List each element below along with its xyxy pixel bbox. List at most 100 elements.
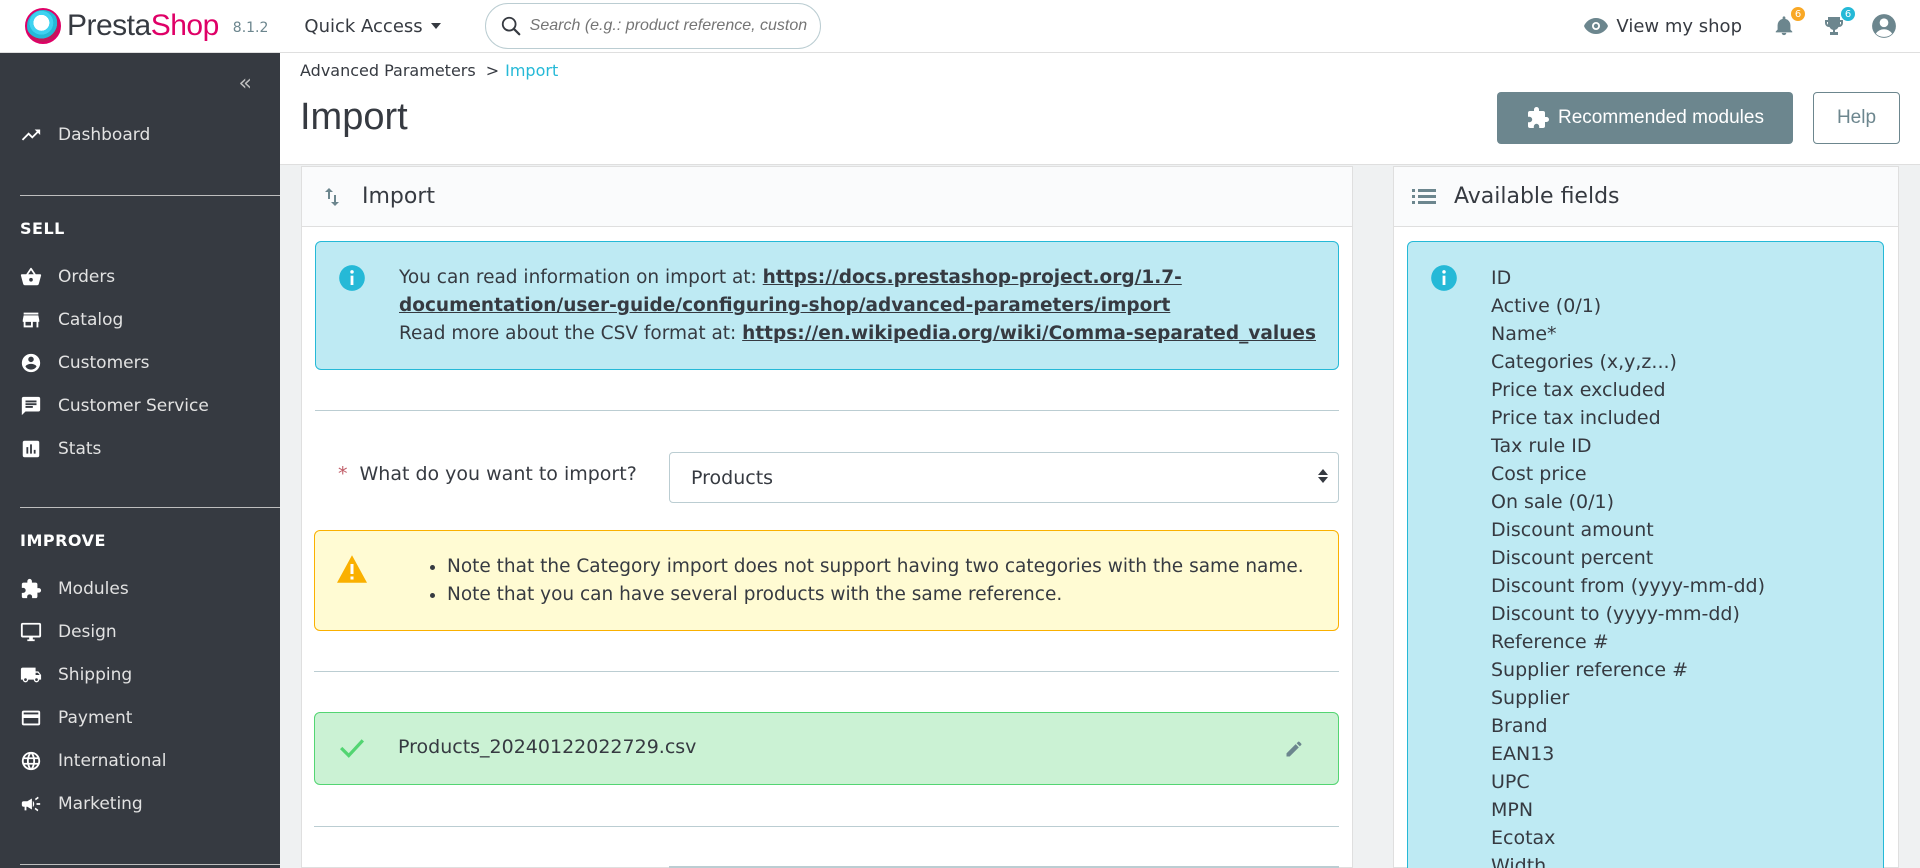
puzzle-icon: [21, 578, 42, 599]
prestashop-logo-icon: [25, 8, 61, 44]
available-field-item: Ecotax: [1491, 827, 1556, 849]
sidebar-section-improve: IMPROVE: [20, 531, 106, 550]
import-entity-select[interactable]: Products: [669, 452, 1339, 503]
sidebar-item-customers[interactable]: Customers: [20, 348, 149, 378]
sidebar-item-customer-service[interactable]: Customer Service: [20, 391, 209, 421]
trending-up-icon: [21, 129, 41, 141]
uploaded-file-name: Products_20240122022729.csv: [398, 736, 697, 758]
available-field-item: MPN: [1491, 799, 1534, 821]
collapse-sidebar-icon[interactable]: «: [239, 71, 252, 96]
available-field-item: Categories (x,y,z...): [1491, 351, 1677, 373]
sidebar-item-label: Shipping: [58, 665, 133, 685]
bar-chart-icon: [22, 440, 40, 458]
store-icon: [22, 312, 40, 328]
account-button[interactable]: [1870, 12, 1898, 40]
megaphone-icon: [21, 796, 41, 812]
available-field-item: Supplier: [1491, 687, 1570, 709]
sidebar-item-international[interactable]: International: [20, 746, 167, 776]
breadcrumb-current[interactable]: Import: [505, 61, 558, 80]
available-field-item: EAN13: [1491, 743, 1555, 765]
import-panel-title: Import: [362, 184, 436, 209]
list-icon: [1412, 188, 1436, 204]
available-field-item: Supplier reference #: [1491, 659, 1689, 681]
info-icon: [1431, 265, 1457, 291]
caret-down-icon: [430, 23, 441, 29]
available-field-item: Active (0/1): [1491, 295, 1602, 317]
sidebar-item-label: Design: [58, 622, 117, 642]
section-divider: [314, 826, 1339, 827]
warning-item: Note that you can have several products …: [447, 581, 1304, 609]
truck-icon: [20, 667, 42, 683]
help-button[interactable]: Help: [1813, 92, 1900, 144]
sidebar-item-marketing[interactable]: Marketing: [20, 789, 143, 819]
sidebar-item-shipping[interactable]: Shipping: [20, 660, 132, 690]
info-icon: [339, 265, 365, 291]
sidebar-item-design[interactable]: Design: [20, 617, 117, 647]
notifications-count-badge: 6: [1790, 6, 1806, 22]
sidebar-nav: « Dashboard SELL Orders Catalog Customer…: [0, 53, 280, 868]
sidebar-divider: [20, 195, 280, 196]
warning-list: Note that the Category import does not s…: [435, 553, 1304, 609]
available-fields-list-box: ID Active (0/1) Name* Categories (x,y,z...)…: [1407, 241, 1884, 868]
sidebar-section-sell: SELL: [20, 219, 65, 238]
sidebar-item-label: Payment: [58, 708, 133, 728]
uploaded-file-alert: Products_20240122022729.csv: [314, 712, 1339, 785]
sidebar-divider: [20, 507, 280, 508]
available-field-item: Price tax excluded: [1491, 379, 1666, 401]
available-field-item: Discount from (yyyy-mm-dd): [1491, 575, 1766, 597]
sidebar-item-catalog[interactable]: Catalog: [20, 305, 123, 335]
available-field-item: Price tax included: [1491, 407, 1661, 429]
import-entity-value: Products: [691, 466, 774, 489]
sidebar-item-dashboard[interactable]: Dashboard: [20, 120, 150, 150]
sidebar-item-label: Stats: [58, 439, 102, 459]
available-field-item: ID: [1491, 267, 1512, 289]
available-field-item: Name*: [1491, 323, 1557, 345]
available-field-item: Width: [1491, 855, 1547, 868]
view-my-shop-label: View my shop: [1616, 15, 1742, 37]
quick-access-dropdown[interactable]: Quick Access: [304, 15, 441, 37]
sidebar-item-modules[interactable]: Modules: [20, 574, 129, 604]
import-info-alert: You can read information on import at: h…: [315, 241, 1339, 370]
view-my-shop-link[interactable]: View my shop: [1584, 16, 1742, 37]
notifications-button[interactable]: 6: [1770, 6, 1806, 40]
recommended-modules-label: Recommended modules: [1558, 107, 1764, 128]
section-divider: [315, 410, 1339, 411]
breadcrumb: Advanced Parameters > Import: [300, 61, 558, 80]
achievements-count-badge: 6: [1840, 6, 1856, 22]
import-export-icon: [325, 187, 339, 206]
section-divider: [314, 671, 1339, 672]
warning-icon: [337, 555, 367, 583]
available-field-item: Discount amount: [1491, 519, 1654, 541]
available-fields-title: Available fields: [1454, 184, 1620, 209]
achievements-button[interactable]: 6: [1820, 6, 1856, 40]
sidebar-item-orders[interactable]: Orders: [20, 262, 115, 292]
available-fields-header: Available fields: [1394, 167, 1898, 227]
breadcrumb-parent[interactable]: Advanced Parameters: [300, 61, 476, 80]
chat-icon: [21, 396, 41, 416]
available-field-item: Cost price: [1491, 463, 1587, 485]
prestashop-logo[interactable]: PrestaShop 8.1.2: [25, 0, 268, 53]
logo-text: PrestaShop: [67, 9, 219, 42]
quick-access-label: Quick Access: [304, 15, 423, 37]
search-box[interactable]: [484, 3, 821, 49]
search-icon: [501, 16, 521, 36]
csv-format-link[interactable]: https://en.wikipedia.org/wiki/Comma-sepa…: [742, 323, 1316, 344]
sidebar-item-label: Catalog: [58, 310, 124, 330]
sidebar-item-label: Dashboard: [58, 125, 151, 145]
sidebar-item-stats[interactable]: Stats: [20, 434, 101, 464]
sidebar-item-label: Customer Service: [58, 396, 209, 416]
select-arrows-icon: [1318, 469, 1328, 483]
search-input[interactable]: [529, 17, 810, 35]
sidebar-item-payment[interactable]: Payment: [20, 703, 132, 733]
available-field-item: Discount to (yyyy-mm-dd): [1491, 603, 1740, 625]
available-field-item: On sale (0/1): [1491, 491, 1614, 513]
version-label: 8.1.2: [232, 20, 269, 36]
pencil-edit-icon[interactable]: [1284, 739, 1304, 759]
sidebar-item-label: Modules: [58, 579, 129, 599]
sidebar-item-label: Marketing: [58, 794, 143, 814]
recommended-modules-button[interactable]: Recommended modules: [1497, 92, 1793, 144]
credit-card-icon: [21, 710, 41, 726]
available-field-item: Reference #: [1491, 631, 1609, 653]
top-header: PrestaShop 8.1.2 Quick Access View my sh…: [0, 0, 1920, 53]
sidebar-divider: [20, 864, 280, 865]
